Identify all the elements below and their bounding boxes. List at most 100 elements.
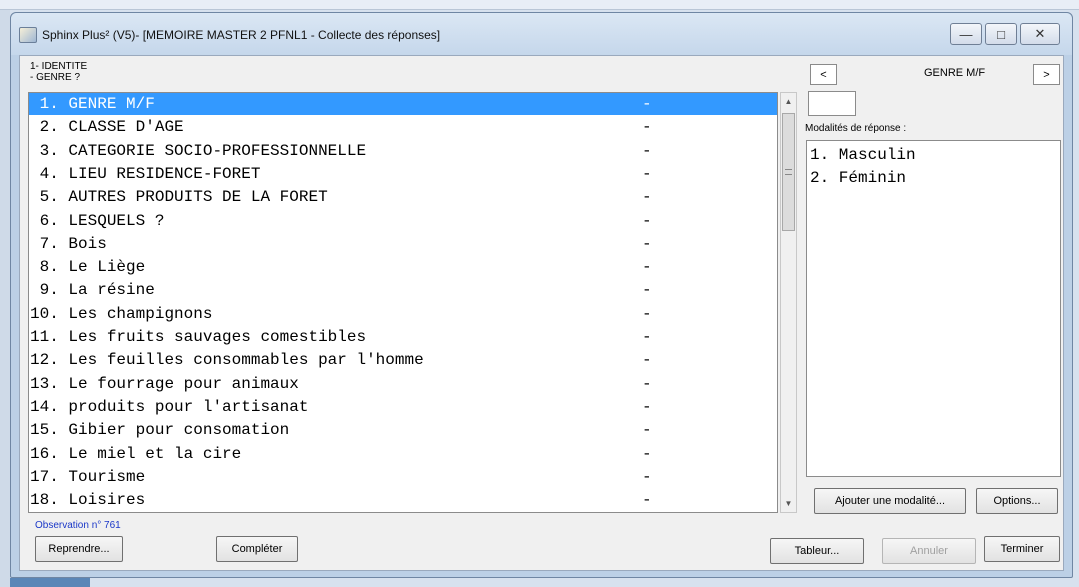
question-row[interactable]: 14. produits pour l'artisanat - <box>29 396 777 418</box>
question-row[interactable]: 3. CATEGORIE SOCIO-PROFESSIONNELLE - <box>29 140 777 162</box>
question-answer-value: - <box>642 304 652 323</box>
tableur-button[interactable]: Tableur... <box>770 538 864 564</box>
question-answer-value: - <box>642 118 652 137</box>
question-answer-value: - <box>642 234 652 253</box>
modality-item[interactable]: 2. Féminin <box>810 167 906 189</box>
question-label: 12. <box>30 351 59 370</box>
question-row-text: 17. Tourisme <box>30 466 145 488</box>
add-modality-button[interactable]: Ajouter une modalité... <box>814 488 966 514</box>
question-row-text: 8. Le Liège <box>30 256 146 278</box>
question-row[interactable]: 18. Loisires - <box>29 489 777 511</box>
options-button[interactable]: Options... <box>976 488 1058 514</box>
question-row[interactable]: 11. Les fruits sauvages comestibles - <box>29 326 777 348</box>
question-row-text: 13. Le fourrage pour animaux <box>30 373 299 395</box>
question-answer-value: - <box>642 351 652 370</box>
question-answer-value: - <box>642 444 652 463</box>
answer-input[interactable] <box>808 91 856 116</box>
question-row[interactable]: 8. Le Liège - <box>29 256 777 278</box>
sphinx-window: Sphinx Plus² (V5)- [MEMOIRE MASTER 2 PFN… <box>10 12 1073 578</box>
question-label: 14. <box>30 397 59 416</box>
reprendre-button[interactable]: Reprendre... <box>35 536 123 562</box>
background-taskbar-strip <box>0 0 1079 10</box>
question-label: 1. <box>30 95 59 113</box>
question-row-text: 3. CATEGORIE SOCIO-PROFESSIONNELLE <box>30 140 366 162</box>
question-text: Les feuilles consommables par l'homme <box>68 351 424 370</box>
annuler-button[interactable]: Annuler <box>882 538 976 564</box>
question-text: Tourisme <box>68 467 146 486</box>
question-row[interactable]: 16. Le miel et la cire - <box>29 443 777 465</box>
question-label: 10. <box>30 304 59 323</box>
question-text: LIEU RESIDENCE-FORET <box>68 164 261 183</box>
question-answer-value: - <box>642 258 652 277</box>
question-row[interactable]: 15. Gibier pour consomation - <box>29 419 777 441</box>
scroll-grip-icon <box>785 169 792 175</box>
question-label: 5. <box>30 188 59 207</box>
question-text: Les champignons <box>68 304 213 323</box>
previous-question-button[interactable]: < <box>810 64 837 85</box>
question-label: 6. <box>30 211 59 230</box>
question-row[interactable]: 13. Le fourrage pour animaux - <box>29 373 777 395</box>
scroll-up-arrow-icon[interactable]: ▲ <box>781 93 796 110</box>
question-list[interactable]: 1. GENRE M/F - 2. CLASSE D'AGE - 3. CATEGO… <box>28 92 778 513</box>
question-row[interactable]: 6. LESQUELS ? - <box>29 210 777 232</box>
terminer-button[interactable]: Terminer <box>984 536 1060 562</box>
next-question-button[interactable]: > <box>1033 64 1060 85</box>
scroll-thumb[interactable] <box>782 113 795 231</box>
question-row-text: 4. LIEU RESIDENCE-FORET <box>30 163 261 185</box>
question-row[interactable]: 12. Les feuilles consommables par l'homm… <box>29 349 777 371</box>
current-question-name: GENRE M/F <box>924 67 986 79</box>
question-row-text: 16. Le miel et la cire <box>30 443 241 465</box>
question-label: 8. <box>30 258 59 277</box>
question-answer-value: - <box>642 281 652 300</box>
question-text: Loisires <box>68 491 146 510</box>
question-row[interactable]: 4. LIEU RESIDENCE-FORET - <box>29 163 777 185</box>
question-answer-value: - <box>642 397 652 416</box>
question-row[interactable]: 9. La résine - <box>29 279 777 301</box>
question-answer-value: - <box>642 491 652 510</box>
section-label: 1- IDENTITE - GENRE ? <box>30 61 87 83</box>
modalities-list[interactable]: 1. Masculin 2. Féminin <box>806 140 1061 477</box>
modality-item[interactable]: 1. Masculin <box>810 144 916 166</box>
question-text: CLASSE D'AGE <box>68 118 184 137</box>
question-list-scrollbar[interactable]: ▲ ▼ <box>780 92 797 513</box>
question-row-text: 15. Gibier pour consomation <box>30 419 289 441</box>
question-row[interactable]: 7. Bois - <box>29 233 777 255</box>
question-row-text: 11. Les fruits sauvages comestibles <box>30 326 366 348</box>
window-title: Sphinx Plus² (V5)- [MEMOIRE MASTER 2 PFN… <box>42 28 441 42</box>
question-text: LESQUELS ? <box>68 211 165 230</box>
minimize-button[interactable]: — <box>950 23 982 45</box>
question-row-text: 10. Les champignons <box>30 303 212 325</box>
question-label: 18. <box>30 491 59 510</box>
question-answer-value: - <box>642 374 652 393</box>
question-text: Bois <box>68 234 107 253</box>
question-row-text: 5. AUTRES PRODUITS DE LA FORET <box>30 186 328 208</box>
question-row[interactable]: 1. GENRE M/F - <box>29 93 777 115</box>
question-row[interactable]: 17. Tourisme - <box>29 466 777 488</box>
question-row[interactable]: 5. AUTRES PRODUITS DE LA FORET - <box>29 186 777 208</box>
question-text: Le miel et la cire <box>68 444 242 463</box>
question-label: 4. <box>30 164 59 183</box>
question-label: 13. <box>30 374 59 393</box>
title-bar[interactable]: Sphinx Plus² (V5)- [MEMOIRE MASTER 2 PFN… <box>11 13 1072 55</box>
question-answer-value: - <box>642 467 652 486</box>
modalities-label: Modalités de réponse : <box>805 123 907 134</box>
completer-button[interactable]: Compléter <box>216 536 298 562</box>
maximize-button[interactable]: □ <box>985 23 1017 45</box>
question-text: Gibier pour consomation <box>68 421 290 440</box>
scroll-down-arrow-icon[interactable]: ▼ <box>781 495 796 512</box>
question-row[interactable]: 10. Les champignons - <box>29 303 777 325</box>
question-row-text: 18. Loisires <box>30 489 145 511</box>
question-row[interactable]: 2. CLASSE D'AGE - <box>29 116 777 138</box>
close-button[interactable]: ✕ <box>1020 23 1060 45</box>
